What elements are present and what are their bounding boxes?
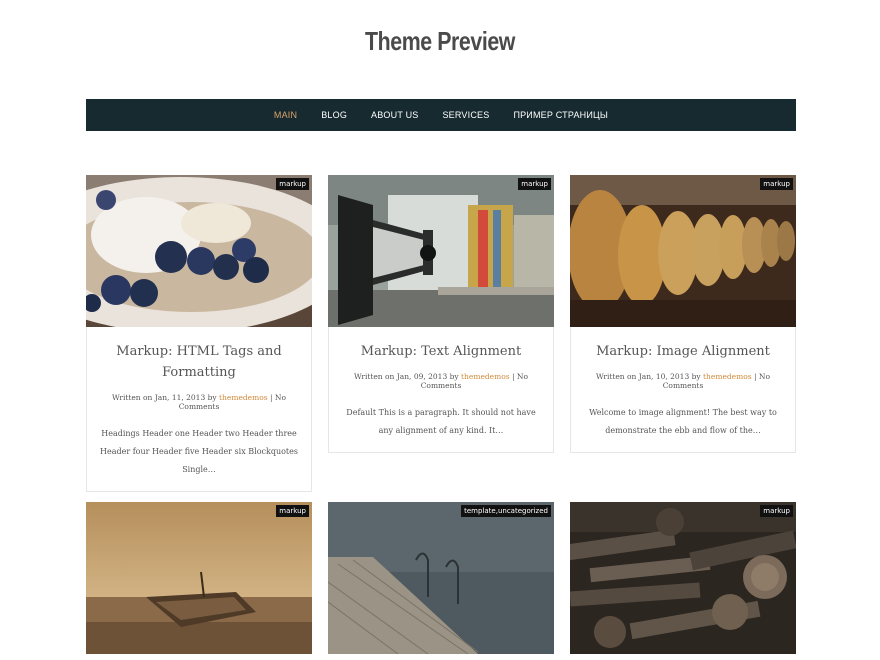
- post-thumbnail[interactable]: markup: [570, 502, 796, 654]
- post-thumbnail[interactable]: template,uncategorized: [328, 502, 554, 654]
- category-tag[interactable]: markup: [276, 178, 309, 190]
- post-card: markup Markup: Image Alignment Written o…: [570, 175, 796, 453]
- meta-separator: |: [754, 372, 757, 381]
- post-meta: Written on Jan, 10, 2013 by themedemos |…: [581, 372, 785, 390]
- nav-item-services[interactable]: Services: [430, 110, 501, 120]
- site-title[interactable]: Theme Preview: [79, 26, 801, 57]
- post-thumbnail[interactable]: markup: [570, 175, 796, 327]
- post-body: Markup: HTML Tags and Formatting Written…: [86, 327, 312, 492]
- nav-item-main[interactable]: Main: [262, 110, 309, 120]
- post-title[interactable]: Markup: Image Alignment: [581, 341, 785, 362]
- post-card: template,uncategorized: [328, 502, 554, 654]
- post-date: Written on Jan, 10, 2013 by: [595, 372, 701, 381]
- post-author-link[interactable]: themedemos: [461, 372, 510, 381]
- post-body: Markup: Image Alignment Written on Jan, …: [570, 327, 796, 453]
- post-thumbnail[interactable]: markup: [86, 175, 312, 327]
- post-card: markup Markup: Text Alignment Written on…: [328, 175, 554, 453]
- post-thumbnail[interactable]: markup: [328, 175, 554, 327]
- post-excerpt: Default This is a paragraph. It should n…: [346, 408, 536, 435]
- post-card: markup: [86, 502, 312, 654]
- meta-separator: |: [270, 393, 273, 402]
- category-tag[interactable]: markup: [760, 178, 793, 190]
- post-title[interactable]: Markup: HTML Tags and Formatting: [97, 341, 301, 383]
- post-excerpt: Headings Header one Header two Header th…: [100, 429, 298, 474]
- post-excerpt: Welcome to image alignment! The best way…: [589, 408, 777, 435]
- nav-item-about-us[interactable]: About Us: [359, 110, 430, 120]
- main-nav: Main Blog About Us Services Пример стран…: [86, 99, 796, 131]
- category-tag[interactable]: template,uncategorized: [461, 505, 551, 517]
- post-date: Written on Jan, 11, 2013 by: [111, 393, 217, 402]
- post-card: markup Markup: HTML Tags and Formatting …: [86, 175, 312, 492]
- category-tag[interactable]: markup: [276, 505, 309, 517]
- post-author-link[interactable]: themedemos: [219, 393, 268, 402]
- category-tag[interactable]: markup: [760, 505, 793, 517]
- meta-separator: |: [512, 372, 515, 381]
- post-title[interactable]: Markup: Text Alignment: [339, 341, 543, 362]
- post-date: Written on Jan, 09, 2013 by: [353, 372, 459, 381]
- category-tag[interactable]: markup: [518, 178, 551, 190]
- post-body: Markup: Text Alignment Written on Jan, 0…: [328, 327, 554, 453]
- post-thumbnail[interactable]: markup: [86, 502, 312, 654]
- post-card: markup: [570, 502, 796, 654]
- post-meta: Written on Jan, 09, 2013 by themedemos |…: [339, 372, 543, 390]
- nav-item-blog[interactable]: Blog: [309, 110, 359, 120]
- nav-item-sample-page[interactable]: Пример страницы: [501, 110, 620, 120]
- post-meta: Written on Jan, 11, 2013 by themedemos |…: [97, 393, 301, 411]
- post-author-link[interactable]: themedemos: [703, 372, 752, 381]
